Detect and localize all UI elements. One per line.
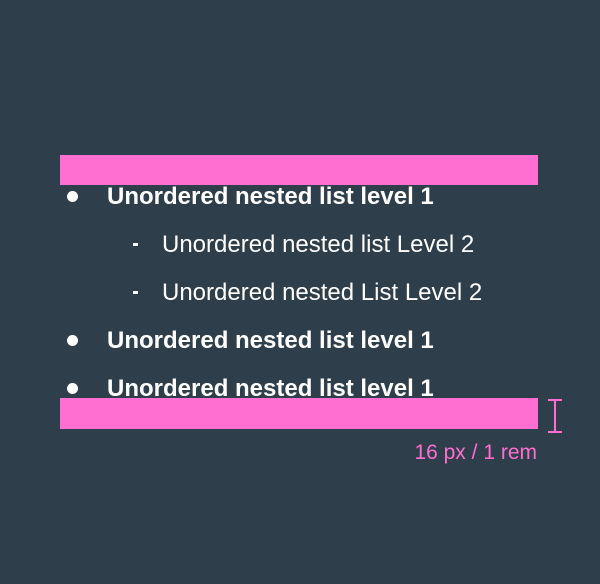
list-item-text: Unordered nested list Level 2 <box>162 231 475 258</box>
list-item-text: Unordered nested List Level 2 <box>162 279 483 306</box>
top-spacing-bar <box>60 155 538 185</box>
bullet-dash-icon <box>133 291 138 294</box>
bullet-dot-icon <box>67 383 78 394</box>
list-item-text: Unordered nested list level 1 <box>107 183 434 210</box>
spacing-measure-label: 16 px / 1 rem <box>414 441 537 464</box>
bullet-dot-icon <box>67 335 78 346</box>
bullet-dot-icon <box>67 191 78 202</box>
list-item-text: Unordered nested list level 1 <box>107 375 434 402</box>
list-item-text: Unordered nested list level 1 <box>107 327 434 354</box>
bullet-dash-icon <box>133 243 138 246</box>
measure-bracket-icon <box>548 399 562 433</box>
